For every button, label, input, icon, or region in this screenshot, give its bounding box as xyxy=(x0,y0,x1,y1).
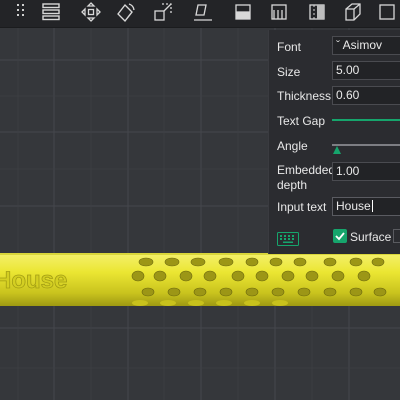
angle-slider-thumb[interactable] xyxy=(333,146,341,154)
scale-icon[interactable] xyxy=(152,1,174,23)
text-gap-slider[interactable] xyxy=(332,119,400,121)
surface-label: Surface xyxy=(350,230,392,244)
embossed-text: House xyxy=(0,267,67,294)
thickness-label: Thickness xyxy=(277,89,332,103)
embedded-depth-input[interactable]: 1.00 xyxy=(332,162,400,181)
rotate-icon[interactable] xyxy=(114,1,136,23)
angle-slider[interactable] xyxy=(332,144,400,146)
color-paint-icon[interactable] xyxy=(342,1,364,23)
checkmark-icon xyxy=(335,232,345,241)
input-text-value: House xyxy=(336,199,371,213)
lay-flat-icon[interactable] xyxy=(192,1,214,23)
embedded-depth-label-line2: depth xyxy=(277,178,308,192)
chevron-down-icon: ˇ xyxy=(336,38,340,52)
cut-icon[interactable] xyxy=(232,1,254,23)
input-text-label: Input text xyxy=(277,200,327,214)
font-value: Asimov xyxy=(342,38,383,52)
seam-paint-icon[interactable] xyxy=(306,1,328,23)
support-paint-icon[interactable] xyxy=(268,1,290,23)
thickness-input[interactable]: 0.60 xyxy=(332,86,400,105)
text-gap-label: Text Gap xyxy=(277,114,326,128)
font-select[interactable]: ˇ Asimov xyxy=(332,36,400,55)
model-cylinder[interactable]: House xyxy=(0,250,400,310)
input-text-field[interactable]: House xyxy=(332,197,400,216)
keyboard-icon[interactable] xyxy=(277,232,299,246)
measure-icon[interactable] xyxy=(376,1,398,23)
embedded-depth-label-line1: Embedded xyxy=(277,163,336,177)
top-toolbar xyxy=(0,0,400,28)
option-checkbox[interactable] xyxy=(393,229,400,243)
text-tool-panel: Font ˇ Asimov Size 5.00 Thickness 0.60 T… xyxy=(268,30,400,254)
text-caret xyxy=(371,200,373,212)
size-input[interactable]: 5.00 xyxy=(332,61,400,80)
menu-icon[interactable] xyxy=(40,1,62,23)
font-label: Font xyxy=(277,40,302,54)
move-icon[interactable] xyxy=(80,1,102,23)
angle-label: Angle xyxy=(277,139,308,153)
size-label: Size xyxy=(277,65,301,79)
surface-checkbox[interactable] xyxy=(333,229,347,243)
grip-icon[interactable] xyxy=(10,1,32,23)
